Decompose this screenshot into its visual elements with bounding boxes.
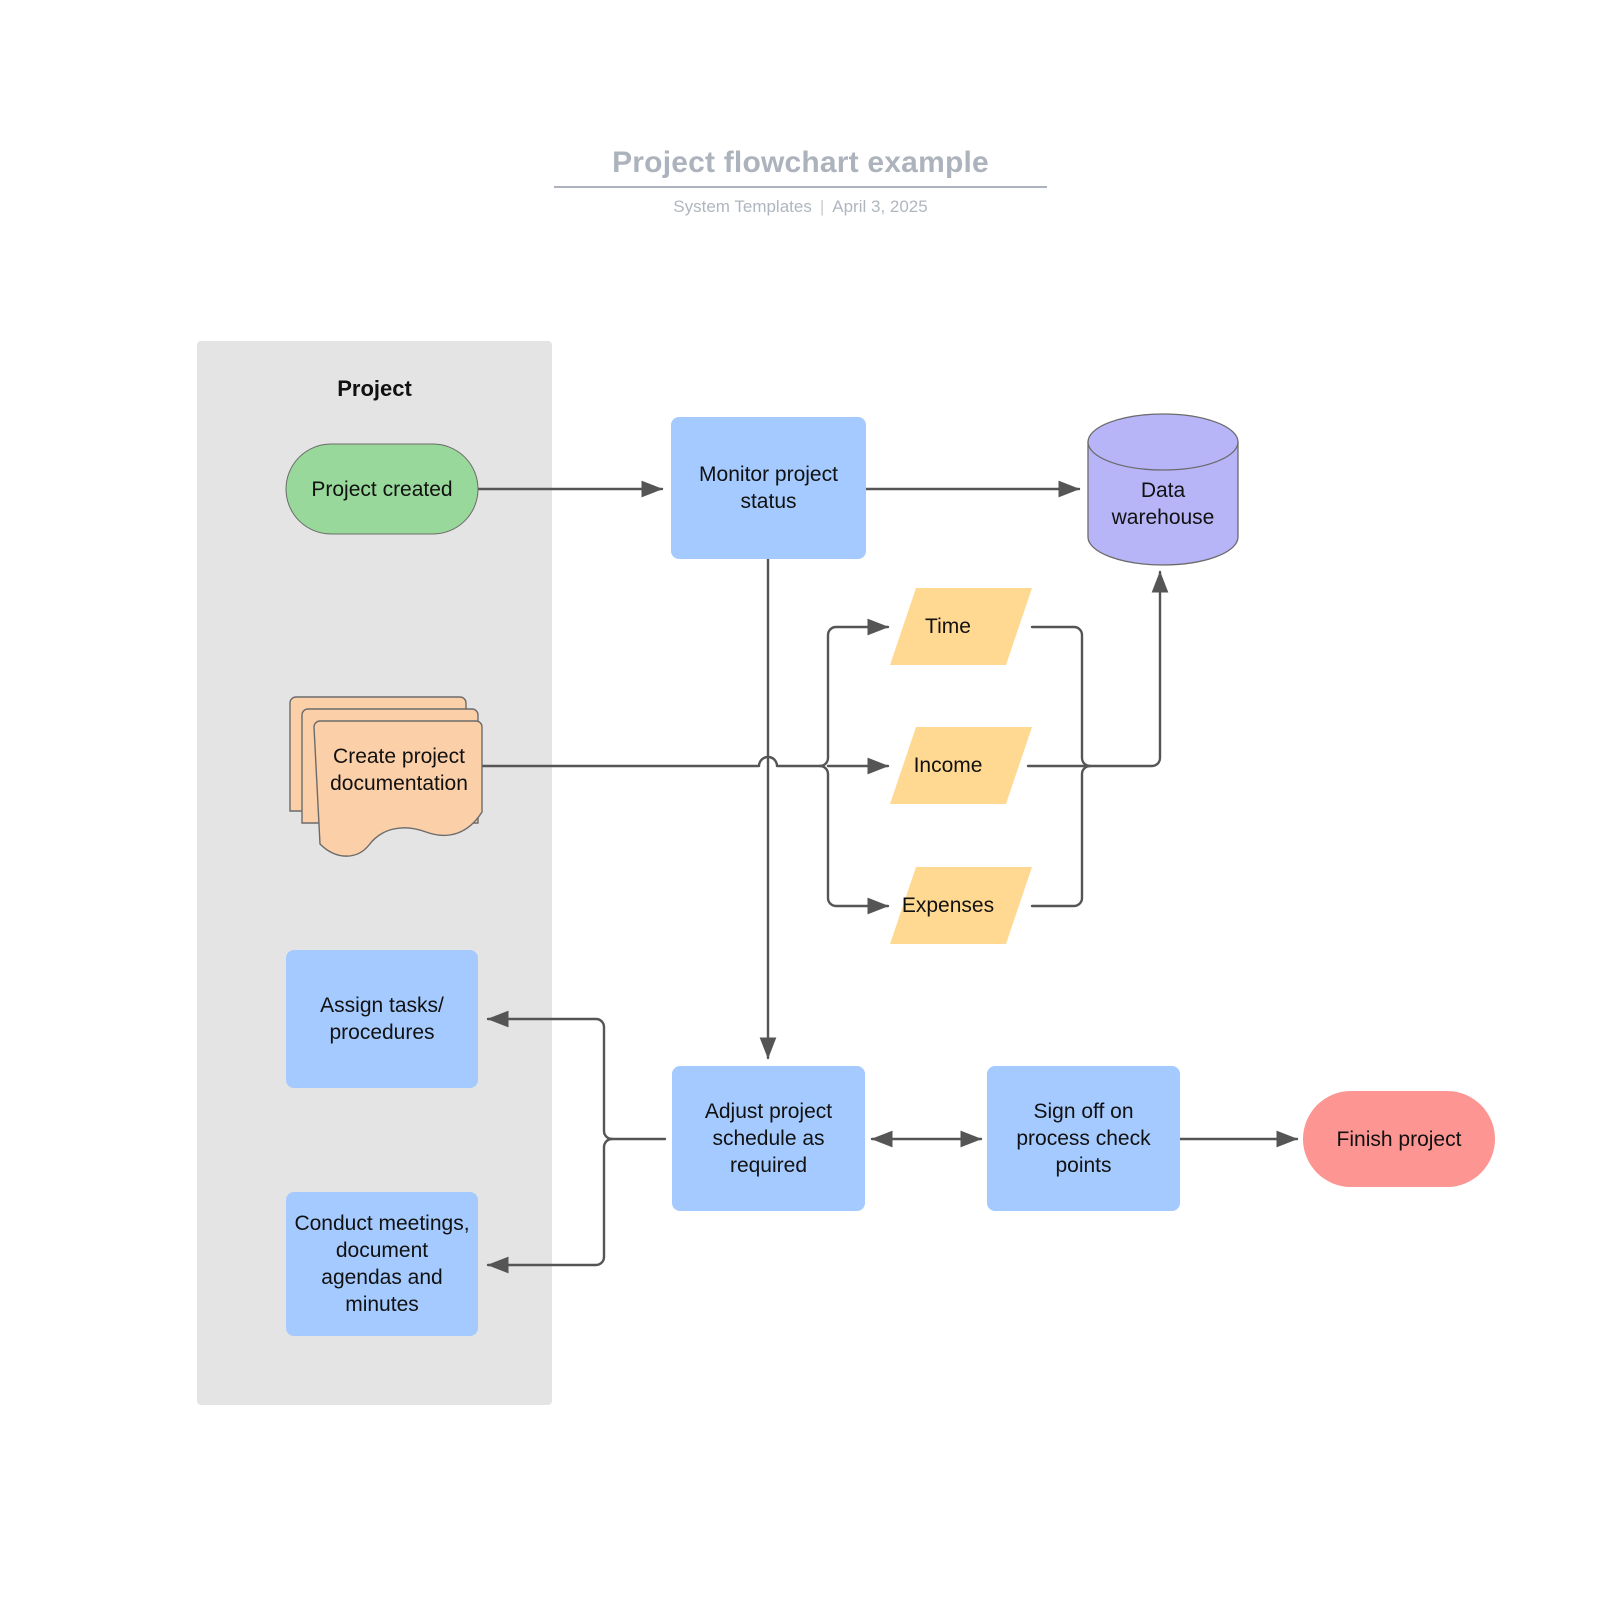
node-assign-tasks[interactable] <box>286 950 478 1088</box>
node-project-created[interactable] <box>285 443 479 535</box>
node-income[interactable] <box>890 727 1032 804</box>
node-data-warehouse[interactable] <box>1087 413 1239 566</box>
node-sign-off[interactable] <box>987 1066 1180 1211</box>
node-expenses[interactable] <box>890 867 1032 944</box>
edge-junction-to-time <box>818 618 890 768</box>
edge-time-to-merge <box>1030 625 1092 768</box>
edge-income-to-data-warehouse <box>1026 570 1169 768</box>
flowchart-canvas <box>197 341 1495 1405</box>
node-finish-project[interactable] <box>1303 1091 1495 1187</box>
node-monitor-status[interactable] <box>671 417 866 559</box>
node-conduct-meetings[interactable] <box>286 1192 478 1336</box>
edge-junction-to-expenses <box>818 764 890 915</box>
node-time[interactable] <box>890 588 1032 665</box>
edge-expenses-to-merge <box>1030 764 1092 908</box>
node-adjust-schedule[interactable] <box>672 1066 865 1211</box>
group-project-title: Project <box>337 376 412 401</box>
